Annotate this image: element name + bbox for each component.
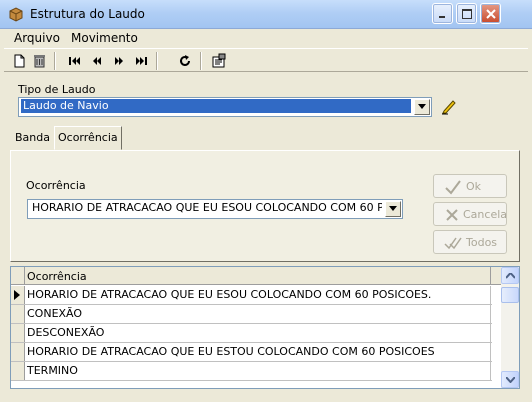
previous-record-button[interactable]	[88, 52, 106, 70]
edit-pencil-icon[interactable]	[440, 97, 458, 115]
column-divider	[490, 305, 491, 323]
column-header-ocorrencia[interactable]: Ocorrência	[27, 270, 87, 283]
ocorrencia-select-value: HORARIO DE ATRACACAO QUE EU ESOU COLOCAN…	[32, 201, 382, 214]
column-divider	[490, 362, 491, 380]
ocorrencia-dropdown-button[interactable]	[385, 201, 401, 217]
grid-cell: CONEXÃO	[27, 307, 83, 320]
all-checkmark-icon	[444, 237, 462, 250]
table-row[interactable]: HORARIO DE ATRACACAO QUE EU ESOU COLOCAN…	[11, 286, 492, 305]
row-indicator	[11, 324, 25, 342]
minimize-button[interactable]	[432, 3, 453, 24]
ok-button[interactable]: Ok	[433, 174, 507, 198]
ocorrencia-label: Ocorrência	[26, 179, 86, 192]
grid-cell: HORARIO DE ATRACACAO QUE EU ESTOU COLOCA…	[27, 345, 435, 358]
column-divider	[490, 343, 491, 361]
previous-record-icon	[93, 57, 101, 65]
column-divider	[490, 286, 491, 304]
tipo-select[interactable]: Laudo de Navio	[18, 97, 432, 117]
row-indicator	[11, 305, 25, 323]
table-row[interactable]: CONEXÃO	[11, 305, 492, 324]
menu-arquivo[interactable]: Arquivo	[14, 31, 60, 45]
row-indicator	[11, 286, 25, 304]
first-record-button[interactable]	[66, 52, 84, 70]
grid-header: Ocorrência	[11, 267, 519, 285]
menu-bar: Arquivo Movimento	[0, 29, 532, 47]
toolbar-separator	[156, 52, 158, 70]
next-record-button[interactable]	[110, 52, 128, 70]
title-bar: Estrutura do Laudo	[0, 0, 532, 29]
chevron-down-icon	[389, 206, 397, 211]
delete-icon	[34, 55, 45, 68]
grid-cell: HORARIO DE ATRACACAO QUE EU ESOU COLOCAN…	[27, 288, 432, 301]
all-button[interactable]: Todos	[433, 230, 507, 254]
properties-icon	[212, 53, 226, 68]
table-row[interactable]: DESCONEXÃO	[11, 324, 492, 343]
table-row[interactable]: TERMINO	[11, 362, 492, 381]
cancel-button-label: Cancela	[463, 208, 508, 221]
all-button-label: Todos	[466, 236, 498, 249]
toolbar-separator	[54, 52, 56, 70]
refresh-button[interactable]	[176, 52, 194, 70]
chevron-down-icon	[506, 377, 515, 383]
close-button[interactable]	[480, 3, 501, 24]
tab-panel-ocorrencia: Ocorrência HORARIO DE ATRACACAO QUE EU E…	[10, 150, 520, 262]
scroll-thumb[interactable]	[501, 287, 519, 303]
toolbar-separator	[200, 52, 202, 70]
menu-movimento[interactable]: Movimento	[71, 31, 138, 45]
header-indicator	[11, 267, 25, 285]
app-icon	[9, 7, 23, 22]
scroll-up-button[interactable]	[501, 267, 519, 284]
minimize-icon	[439, 16, 445, 18]
tipo-label: Tipo de Laudo	[18, 83, 96, 96]
table-row[interactable]: HORARIO DE ATRACACAO QUE EU ESTOU COLOCA…	[11, 343, 492, 362]
column-divider	[490, 267, 491, 285]
checkmark-icon	[445, 180, 461, 195]
properties-button[interactable]	[210, 52, 228, 70]
maximize-icon	[462, 9, 472, 19]
new-icon	[14, 54, 25, 68]
toolbar	[4, 48, 528, 72]
window-title: Estrutura do Laudo	[30, 7, 145, 21]
cancel-x-icon	[446, 209, 458, 221]
delete-button[interactable]	[30, 52, 48, 70]
row-indicator	[11, 343, 25, 361]
tab-ocorrencia[interactable]: Ocorrência	[54, 126, 122, 150]
tipo-select-value: Laudo de Navio	[21, 99, 411, 113]
grid-cell: TERMINO	[27, 364, 78, 377]
maximize-button[interactable]	[456, 3, 477, 24]
vertical-scrollbar[interactable]	[501, 267, 519, 388]
row-pointer-icon	[14, 290, 20, 300]
new-button[interactable]	[10, 52, 28, 70]
ok-button-label: Ok	[466, 180, 482, 193]
column-divider	[490, 324, 491, 342]
row-indicator	[11, 362, 25, 380]
cancel-button[interactable]: Cancela	[433, 202, 507, 226]
chevron-down-icon	[418, 104, 426, 109]
ocorrencia-select[interactable]: HORARIO DE ATRACACAO QUE EU ESOU COLOCAN…	[27, 199, 403, 219]
tipo-dropdown-button[interactable]	[414, 99, 430, 115]
scroll-down-button[interactable]	[501, 371, 519, 388]
tab-banda[interactable]: Banda	[12, 128, 53, 149]
ocorrencia-grid[interactable]: Ocorrência HORARIO DE ATRACACAO QUE EU E…	[10, 266, 520, 389]
grid-cell: DESCONEXÃO	[27, 326, 105, 339]
refresh-icon	[180, 55, 190, 66]
next-record-icon	[115, 57, 123, 65]
chevron-up-icon	[506, 273, 515, 279]
close-icon	[486, 9, 496, 19]
last-record-button[interactable]	[132, 52, 150, 70]
last-record-icon	[136, 57, 147, 65]
first-record-icon	[69, 57, 80, 65]
